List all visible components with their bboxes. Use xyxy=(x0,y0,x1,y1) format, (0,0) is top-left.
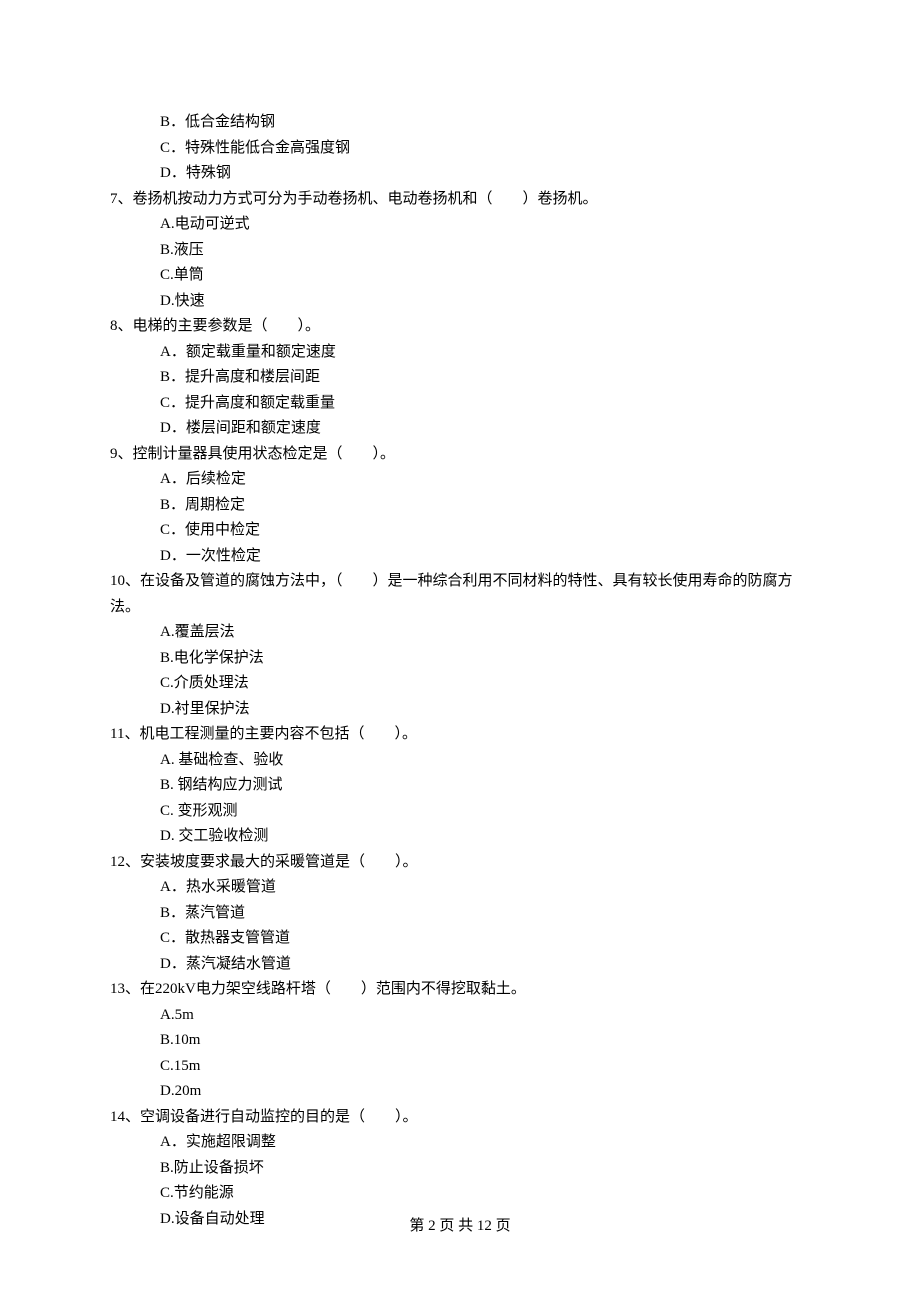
question-stem: 13、在220kV电力架空线路杆塔（ ）范围内不得挖取黏土。 xyxy=(110,977,810,1003)
option-c: C.单筒 xyxy=(160,263,810,289)
option-a: A.5m xyxy=(160,1003,810,1029)
option-list: A. 基础检查、验收 B. 钢结构应力测试 C. 变形观测 D. 交工验收检测 xyxy=(110,748,810,850)
option-list: A.覆盖层法 B.电化学保护法 C.介质处理法 D.衬里保护法 xyxy=(110,620,810,722)
option-b: B.10m xyxy=(160,1028,810,1054)
option-d: D．蒸汽凝结水管道 xyxy=(160,952,810,978)
option-c: C．特殊性能低合金高强度钢 xyxy=(160,136,810,162)
option-a: A. 基础检查、验收 xyxy=(160,748,810,774)
option-d: D.20m xyxy=(160,1079,810,1105)
option-d: D．特殊钢 xyxy=(160,161,810,187)
option-a: A.电动可逆式 xyxy=(160,212,810,238)
option-c: C．提升高度和额定载重量 xyxy=(160,391,810,417)
option-b: B. 钢结构应力测试 xyxy=(160,773,810,799)
page-footer: 第 2 页 共 12 页 xyxy=(0,1214,920,1240)
question-stem: 14、空调设备进行自动监控的目的是（ ）。 xyxy=(110,1105,810,1131)
option-a: A．后续检定 xyxy=(160,467,810,493)
option-list: A.5m B.10m C.15m D.20m xyxy=(110,1003,810,1105)
option-b: B．低合金结构钢 xyxy=(160,110,810,136)
option-c: C. 变形观测 xyxy=(160,799,810,825)
option-c: C．使用中检定 xyxy=(160,518,810,544)
option-b: B.电化学保护法 xyxy=(160,646,810,672)
question-9: 9、控制计量器具使用状态检定是（ ）。 A．后续检定 B．周期检定 C．使用中检… xyxy=(110,442,810,570)
option-c: C．散热器支管管道 xyxy=(160,926,810,952)
option-d: D.衬里保护法 xyxy=(160,697,810,723)
option-list: A.电动可逆式 B.液压 C.单筒 D.快速 xyxy=(110,212,810,314)
option-a: A．实施超限调整 xyxy=(160,1130,810,1156)
question-stem: 10、在设备及管道的腐蚀方法中，（ ）是一种综合利用不同材料的特性、具有较长使用… xyxy=(110,569,810,620)
option-d: D．楼层间距和额定速度 xyxy=(160,416,810,442)
question-10: 10、在设备及管道的腐蚀方法中，（ ）是一种综合利用不同材料的特性、具有较长使用… xyxy=(110,569,810,722)
option-c: C.介质处理法 xyxy=(160,671,810,697)
question-12: 12、安装坡度要求最大的采暖管道是（ ）。 A．热水采暖管道 B．蒸汽管道 C．… xyxy=(110,850,810,978)
option-b: B.防止设备损坏 xyxy=(160,1156,810,1182)
q6-options-fragment: B．低合金结构钢 C．特殊性能低合金高强度钢 D．特殊钢 xyxy=(110,110,810,187)
question-stem: 11、机电工程测量的主要内容不包括（ ）。 xyxy=(110,722,810,748)
option-b: B．周期检定 xyxy=(160,493,810,519)
question-7: 7、卷扬机按动力方式可分为手动卷扬机、电动卷扬机和（ ）卷扬机。 A.电动可逆式… xyxy=(110,187,810,315)
option-b: B.液压 xyxy=(160,238,810,264)
question-stem: 7、卷扬机按动力方式可分为手动卷扬机、电动卷扬机和（ ）卷扬机。 xyxy=(110,187,810,213)
option-d: D.快速 xyxy=(160,289,810,315)
option-c: C.15m xyxy=(160,1054,810,1080)
option-list: A．额定载重量和额定速度 B．提升高度和楼层间距 C．提升高度和额定载重量 D．… xyxy=(110,340,810,442)
option-a: A．额定载重量和额定速度 xyxy=(160,340,810,366)
page-container: B．低合金结构钢 C．特殊性能低合金高强度钢 D．特殊钢 7、卷扬机按动力方式可… xyxy=(0,0,920,1302)
option-a: A．热水采暖管道 xyxy=(160,875,810,901)
option-b: B．提升高度和楼层间距 xyxy=(160,365,810,391)
option-d: D．一次性检定 xyxy=(160,544,810,570)
question-13: 13、在220kV电力架空线路杆塔（ ）范围内不得挖取黏土。 A.5m B.10… xyxy=(110,977,810,1105)
option-d: D. 交工验收检测 xyxy=(160,824,810,850)
option-a: A.覆盖层法 xyxy=(160,620,810,646)
option-b: B．蒸汽管道 xyxy=(160,901,810,927)
question-11: 11、机电工程测量的主要内容不包括（ ）。 A. 基础检查、验收 B. 钢结构应… xyxy=(110,722,810,850)
option-list: A．热水采暖管道 B．蒸汽管道 C．散热器支管管道 D．蒸汽凝结水管道 xyxy=(110,875,810,977)
option-list: A．后续检定 B．周期检定 C．使用中检定 D．一次性检定 xyxy=(110,467,810,569)
question-stem: 8、电梯的主要参数是（ ）。 xyxy=(110,314,810,340)
question-stem: 12、安装坡度要求最大的采暖管道是（ ）。 xyxy=(110,850,810,876)
option-c: C.节约能源 xyxy=(160,1181,810,1207)
question-8: 8、电梯的主要参数是（ ）。 A．额定载重量和额定速度 B．提升高度和楼层间距 … xyxy=(110,314,810,442)
question-stem: 9、控制计量器具使用状态检定是（ ）。 xyxy=(110,442,810,468)
